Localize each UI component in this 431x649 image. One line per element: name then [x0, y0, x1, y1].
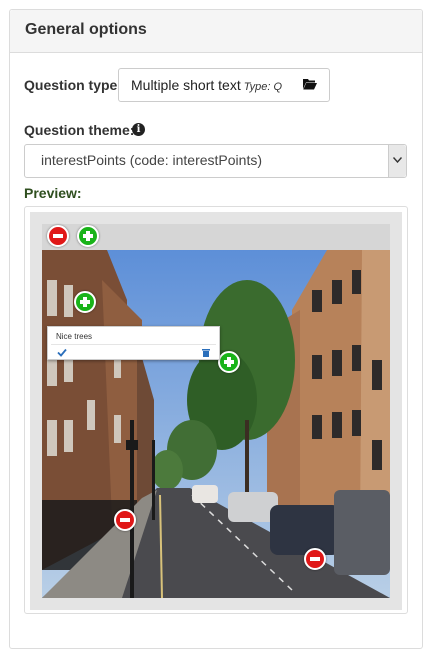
point-comment-input[interactable]: Nice trees: [51, 330, 216, 345]
question-theme-label: Question theme:: [24, 122, 135, 138]
question-type-value: Multiple short text: [131, 77, 241, 93]
point-comment-popup: Nice trees: [47, 326, 220, 360]
add-point-icon[interactable]: [74, 291, 96, 313]
check-icon[interactable]: [57, 348, 67, 357]
question-theme-selected: interestPoints (code: interestPoints): [41, 152, 262, 168]
remove-point-icon[interactable]: [47, 225, 69, 247]
preview-frame: Nice trees: [24, 206, 408, 614]
add-point-icon[interactable]: [218, 351, 240, 373]
panel-title: General options: [10, 10, 422, 53]
question-type-label: Question type:: [24, 77, 123, 93]
info-circle-icon[interactable]: i: [132, 123, 145, 136]
preview-canvas: Nice trees: [30, 212, 402, 610]
question-type-button[interactable]: Multiple short text Type: Q: [118, 68, 330, 102]
folder-open-icon: [303, 79, 317, 90]
remove-point-icon[interactable]: [304, 548, 326, 570]
remove-point-icon[interactable]: [114, 509, 136, 531]
trash-icon[interactable]: [202, 348, 210, 357]
chevron-down-icon[interactable]: [388, 145, 406, 177]
question-theme-select[interactable]: interestPoints (code: interestPoints): [24, 144, 407, 178]
add-point-icon[interactable]: [77, 225, 99, 247]
preview-label: Preview:: [24, 185, 82, 201]
question-type-tag: Type: Q: [243, 81, 283, 93]
preview-toolbar: [42, 224, 390, 250]
general-options-panel: General options Question type: Multiple …: [9, 9, 423, 649]
